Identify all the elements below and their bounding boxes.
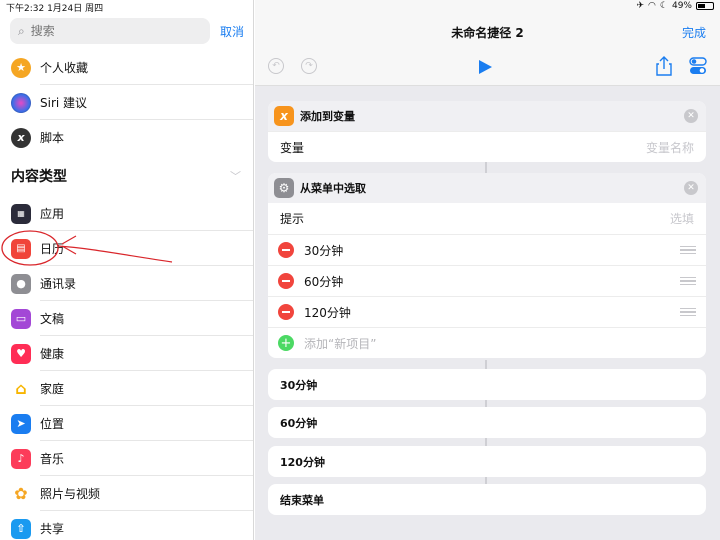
section-title: 内容类型	[11, 169, 67, 185]
photos-icon: ✿	[11, 483, 31, 504]
gear-icon: ⚙	[274, 178, 294, 198]
sidebar-item-calendar[interactable]: ▤ 日历	[0, 231, 253, 266]
calendar-icon: ▤	[11, 238, 31, 259]
reorder-handle-icon[interactable]	[680, 246, 696, 254]
menu-case-30[interactable]: 30分钟	[268, 369, 706, 400]
wifi-icon: ◠	[648, 1, 656, 11]
sidebar-item-favorites[interactable]: ★ 个人收藏	[0, 50, 253, 85]
prompt-row[interactable]: 提示 选填	[268, 203, 706, 234]
reorder-handle-icon[interactable]	[680, 277, 696, 285]
menu-item-row[interactable]: 30分钟	[268, 234, 706, 265]
menu-case-120[interactable]: 120分钟	[268, 446, 706, 477]
star-icon: ★	[11, 57, 31, 78]
siri-icon	[11, 92, 31, 113]
status-bar: 下午2:32 1月24日 周四 ✈ ◠ ☾ 49%	[0, 0, 720, 14]
script-icon: x	[11, 127, 31, 148]
actions-sidebar: ⌕ 取消 ★ 个人收藏 Siri 建议 x 脚本 内容类型 ﹀ ▦ 应用 ▤ 日…	[0, 0, 254, 540]
plus-icon[interactable]: +	[278, 335, 294, 351]
sidebar-item-health[interactable]: ♥ 健康	[0, 336, 253, 371]
delete-item-icon[interactable]	[278, 304, 294, 320]
search-icon: ⌕	[18, 23, 25, 38]
moon-icon: ☾	[659, 1, 668, 11]
documents-icon: ▭	[11, 308, 31, 329]
chevron-down-icon[interactable]: ﹀	[230, 168, 241, 184]
search-field[interactable]: ⌕	[10, 18, 210, 44]
menu-item-row[interactable]: 120分钟	[268, 296, 706, 327]
sidebar-item-sharing[interactable]: ⇧ 共享	[0, 511, 253, 540]
cancel-button[interactable]: 取消	[220, 23, 244, 40]
apps-icon: ▦	[11, 203, 31, 224]
delete-item-icon[interactable]	[278, 273, 294, 289]
done-button[interactable]: 完成	[682, 24, 706, 41]
sidebar-item-contacts[interactable]: ● 通讯录	[0, 266, 253, 301]
contacts-icon: ●	[11, 273, 31, 294]
reorder-handle-icon[interactable]	[680, 308, 696, 316]
variable-name-input[interactable]: 变量名称	[646, 139, 694, 156]
sidebar-item-location[interactable]: ➤ 位置	[0, 406, 253, 441]
sidebar-item-apps[interactable]: ▦ 应用	[0, 196, 253, 231]
remove-action-icon[interactable]: ✕	[684, 181, 698, 195]
redo-icon[interactable]: ↷	[301, 58, 317, 74]
battery-icon	[696, 2, 714, 10]
share-icon: ⇧	[11, 518, 31, 539]
location-icon: ➤	[11, 413, 31, 434]
status-time: 下午2:32 1月24日 周四	[6, 4, 104, 14]
settings-toggle-icon[interactable]	[689, 57, 707, 75]
search-input[interactable]	[30, 24, 181, 38]
share-icon[interactable]	[656, 56, 672, 76]
remove-action-icon[interactable]: ✕	[684, 109, 698, 123]
shortcut-editor: 未命名捷径 2 完成 ↶ ↷ x 添加到变量 ✕ 变量 变量名称 ⚙ 从菜单中选…	[255, 0, 720, 540]
search-row: ⌕ 取消	[10, 18, 250, 44]
variable-name-row[interactable]: 变量 变量名称	[268, 131, 706, 162]
add-item-row[interactable]: + 添加“新项目”	[268, 327, 706, 358]
prompt-input[interactable]: 选填	[670, 210, 694, 227]
undo-icon[interactable]: ↶	[268, 58, 284, 74]
sidebar-item-documents[interactable]: ▭ 文稿	[0, 301, 253, 336]
action-add-to-variable[interactable]: x 添加到变量 ✕ 变量 变量名称	[268, 101, 706, 162]
variable-icon: x	[274, 106, 294, 126]
shortcut-title: 未命名捷径 2	[451, 26, 524, 40]
sidebar-item-music[interactable]: ♪ 音乐	[0, 441, 253, 476]
action-choose-from-menu[interactable]: ⚙ 从菜单中选取 ✕ 提示 选填 30分钟 60分钟 120分钟 + 添加“新项…	[268, 173, 706, 358]
sidebar-item-siri[interactable]: Siri 建议	[0, 85, 253, 120]
menu-case-60[interactable]: 60分钟	[268, 407, 706, 438]
end-menu[interactable]: 结束菜单	[268, 484, 706, 515]
sidebar-item-home[interactable]: ⌂ 家庭	[0, 371, 253, 406]
airplane-icon: ✈	[636, 1, 645, 11]
sidebar-item-scripting[interactable]: x 脚本	[0, 120, 253, 155]
music-icon: ♪	[11, 448, 31, 469]
action-header: x 添加到变量 ✕	[268, 101, 706, 131]
health-icon: ♥	[11, 343, 31, 364]
sidebar-item-photos[interactable]: ✿ 照片与视频	[0, 476, 253, 511]
action-header: ⚙ 从菜单中选取 ✕	[268, 173, 706, 203]
home-icon: ⌂	[11, 378, 31, 399]
battery-percent: 49%	[671, 1, 692, 11]
menu-item-row[interactable]: 60分钟	[268, 265, 706, 296]
delete-item-icon[interactable]	[278, 242, 294, 258]
play-icon[interactable]	[479, 60, 492, 74]
